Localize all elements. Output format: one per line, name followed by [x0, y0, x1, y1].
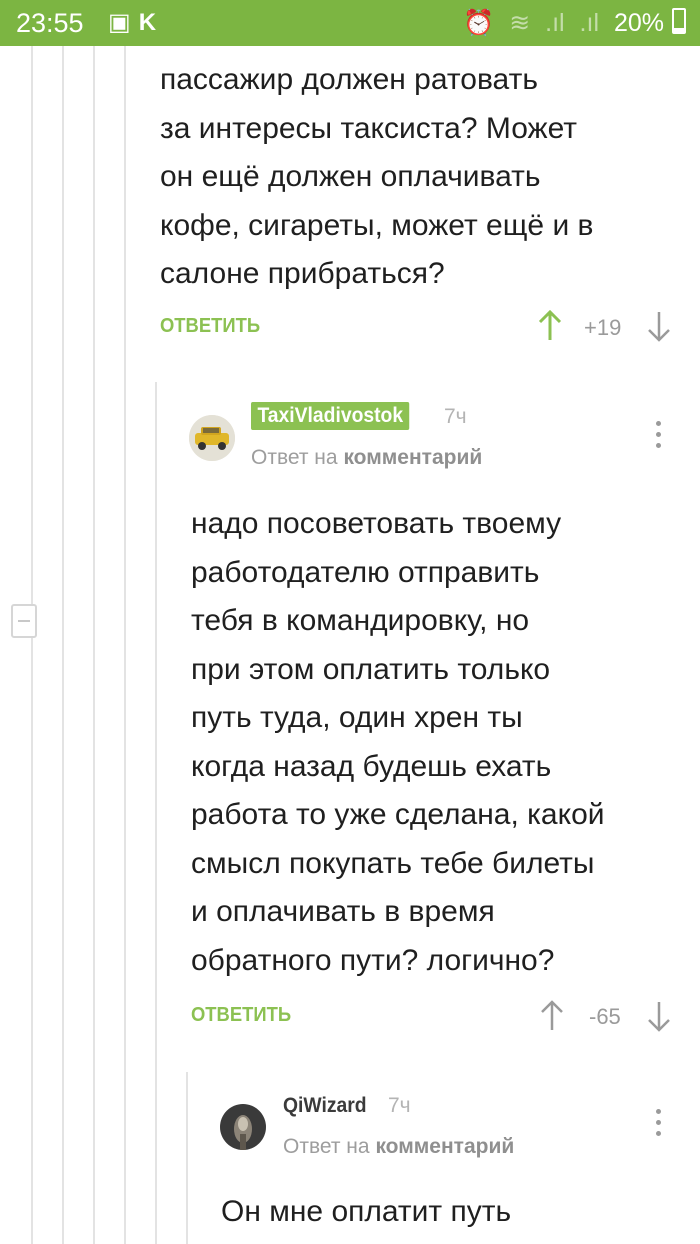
battery-percent: 20%	[613, 9, 664, 37]
thread-line	[31, 636, 33, 1244]
comment-text-line: кофе, сигареты, может ещё и в	[160, 208, 594, 242]
answer-to: Ответ на комментарий	[283, 1135, 514, 1159]
thread-line	[31, 46, 33, 604]
comment-text-line: обратного пути? логично?	[191, 943, 555, 977]
battery-icon	[672, 8, 686, 34]
thread-line	[124, 46, 126, 1244]
comment-text-line: когда назад будешь ехать	[191, 749, 552, 783]
reply-button[interactable]: ОТВЕТИТЬ	[160, 315, 260, 338]
thread-line	[186, 1072, 188, 1244]
downvote-arrow-icon[interactable]	[647, 1000, 671, 1032]
thread-line	[155, 382, 157, 1244]
comment-text-line: за интересы таксиста? Может	[160, 111, 578, 145]
comment-text-line: работа то уже сделана, какой	[191, 798, 605, 831]
comment-text-line: он ещё должен оплачивать	[160, 160, 541, 193]
avatar[interactable]	[220, 1104, 266, 1150]
wifi-icon: ≋	[509, 9, 531, 37]
signal-icon: .ıl	[579, 9, 599, 37]
answer-prefix: Ответ на	[283, 1135, 370, 1158]
comment-text: Он мне оплатит путь	[221, 1188, 511, 1237]
status-time: 23:55	[16, 8, 84, 38]
comment-text-line: тебя в командировку, но	[191, 604, 530, 637]
more-options-icon[interactable]	[654, 1109, 662, 1139]
upvote-arrow-icon[interactable]	[540, 1000, 564, 1032]
alarm-icon: ⏰	[463, 9, 495, 37]
comment-text-line: путь туда, один хрен ты	[191, 701, 523, 734]
avatar[interactable]	[189, 415, 235, 461]
comment-text-line: работодателю отправить	[191, 555, 540, 589]
comment-text: пассажир должен ратовать за интересы так…	[160, 56, 593, 299]
comment-rating: +19	[584, 315, 622, 340]
thread-line	[93, 46, 95, 1244]
parent-comment-link[interactable]: комментарий	[375, 1135, 514, 1158]
thread-line	[62, 46, 64, 1244]
answer-prefix: Ответ на	[251, 446, 338, 469]
image-icon: ▣	[108, 9, 139, 36]
comment-age: 7ч	[444, 405, 467, 428]
reply-button[interactable]: ОТВЕТИТЬ	[191, 1004, 291, 1027]
comment-age: 7ч	[388, 1094, 411, 1117]
comment-rating: -65	[589, 1004, 621, 1029]
author-name[interactable]: QiWizard	[283, 1094, 367, 1118]
comment-text: надо посоветовать твоему работодателю от…	[191, 500, 605, 985]
parent-comment-link[interactable]: комментарий	[343, 446, 482, 469]
comment-text-line: смысл покупать тебе билеты	[191, 846, 595, 880]
upvote-arrow-icon[interactable]	[538, 310, 562, 342]
signal-icon: .ıl	[545, 9, 565, 37]
comment-text-line: салоне прибраться?	[160, 257, 445, 290]
comment-text-line: надо посоветовать твоему	[191, 507, 562, 540]
author-name[interactable]: TaxiVladivostok	[251, 402, 410, 430]
more-options-icon[interactable]	[654, 421, 662, 451]
downvote-arrow-icon[interactable]	[647, 310, 671, 342]
comment-text-line: при этом оплатить только	[191, 652, 551, 686]
comment-text-line: Он мне оплатит путь	[221, 1195, 512, 1228]
comment-text-line: пассажир должен ратовать	[160, 63, 538, 96]
answer-to: Ответ на комментарий	[251, 446, 482, 470]
collapse-thread-button[interactable]	[11, 604, 37, 638]
status-bar: 23:55 ▣K ⏰ ≋ .ıl .ıl 20%	[0, 0, 700, 46]
comment-text-line: и оплачивать в время	[191, 895, 495, 928]
k-icon: K	[138, 9, 165, 36]
